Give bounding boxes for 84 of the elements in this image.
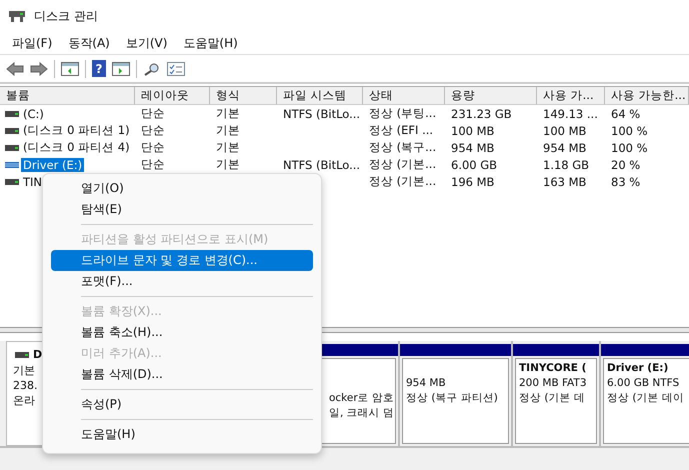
disk-drive-icon — [8, 8, 26, 24]
table-cell: 정상 (기본... — [369, 174, 436, 189]
table-cell: 정상 (부팅... — [369, 106, 436, 121]
table-cell: NTFS (BitLo... — [283, 106, 360, 120]
help-icon[interactable]: ? — [92, 60, 106, 77]
volume-icon — [5, 178, 19, 184]
table-cell: 163 MB — [543, 174, 586, 188]
table-cell: 100 MB — [543, 124, 586, 138]
table-cell: 100 MB — [451, 124, 494, 138]
volume-name[interactable]: Driver (E:) — [21, 158, 84, 172]
menu-item[interactable]: 동작(A) — [60, 32, 118, 54]
volume-icon — [5, 162, 19, 168]
table-cell: 100 % — [611, 124, 648, 138]
table-cell: 954 MB — [451, 140, 494, 154]
column-header[interactable]: 파일 시스템 — [277, 87, 363, 105]
forward-arrow-icon[interactable] — [30, 62, 48, 76]
disk-info: 238. — [13, 378, 38, 393]
menu-item[interactable]: 포맷(F)... — [51, 271, 313, 292]
menu-item[interactable]: 도움말(H) — [175, 32, 246, 54]
partition-info: 정상 (복구 파티션) — [406, 391, 499, 406]
partition-info: 6.00 GB NTFS — [607, 376, 680, 391]
table-cell: 231.23 GB — [451, 106, 512, 120]
volume-name[interactable]: (C:) — [21, 106, 46, 120]
table-cell: 6.00 GB — [451, 158, 498, 172]
partition-title: TINYCORE ( — [519, 361, 588, 376]
volume-name[interactable]: (디스크 0 파티션 1) — [21, 123, 132, 138]
volume-name[interactable]: TIN — [21, 174, 44, 188]
table-cell: 단순 — [141, 106, 165, 121]
column-header[interactable]: 사용 가능한... — [605, 87, 689, 105]
table-cell: 단순 — [141, 157, 165, 172]
magnifier-icon[interactable] — [143, 62, 161, 76]
menu-item[interactable]: 파일(F) — [4, 32, 60, 54]
console-tree-icon[interactable] — [61, 62, 79, 76]
table-cell: 149.13 ... — [543, 106, 598, 120]
table-cell: 정상 (복구... — [369, 140, 436, 155]
partition-info: 정상 (기본 데이 — [607, 391, 685, 406]
partition-info: 정상 (기본 데 — [519, 391, 586, 406]
window-title: 디스크 관리 — [34, 8, 98, 24]
partition-info: 954 MB — [406, 376, 447, 391]
partition-info: 200 MB FAT3 — [519, 376, 588, 391]
table-cell: 83 % — [611, 174, 640, 188]
action-pane-icon[interactable] — [112, 62, 130, 76]
table-cell: 정상 (기본... — [369, 157, 436, 172]
menu-item[interactable]: 볼륨 축소(H)... — [51, 322, 313, 343]
partition-block[interactable]: 954 MB 정상 (복구 파티션) — [402, 358, 509, 444]
table-cell: 100 % — [611, 140, 648, 154]
back-arrow-icon[interactable] — [6, 62, 24, 76]
partition-title: Driver (E:) — [607, 361, 670, 376]
column-header[interactable]: 사용 가... — [537, 87, 605, 105]
volume-icon — [5, 128, 19, 134]
table-cell: 기본 — [216, 140, 240, 155]
table-cell: 20 % — [611, 158, 640, 172]
table-cell: 기본 — [216, 157, 240, 172]
checklist-icon[interactable] — [167, 62, 185, 76]
table-cell: 정상 (EFI ... — [369, 123, 434, 138]
column-header[interactable]: 상태 — [363, 87, 445, 105]
table-cell: 64 % — [611, 106, 640, 120]
partition-info: 일, 크래시 덤 — [328, 406, 394, 421]
menu-item[interactable]: 보기(V) — [118, 32, 176, 54]
menu-item[interactable]: 탐색(E) — [51, 199, 313, 220]
table-cell: 954 MB — [543, 140, 586, 154]
table-cell: NTFS (BitLo... — [283, 158, 360, 172]
partition-info: ocker로 암호 — [328, 391, 394, 406]
volume-name[interactable]: (디스크 0 파티션 4) — [21, 140, 132, 155]
menu-item[interactable]: 볼륨 삭제(D)... — [51, 364, 313, 385]
volume-icon — [5, 110, 19, 116]
column-header[interactable]: 형식 — [210, 87, 277, 105]
disk-name: D — [33, 348, 42, 361]
partition-block[interactable]: Driver (E:) 6.00 GB NTFS 정상 (기본 데이 — [603, 358, 689, 444]
menu-item[interactable]: 속성(P) — [51, 394, 313, 415]
volume-icon — [5, 144, 19, 150]
partition-block[interactable]: TINYCORE ( 200 MB FAT3 정상 (기본 데 — [515, 358, 597, 444]
table-cell: 단순 — [141, 123, 165, 138]
menu-item[interactable]: 열기(O) — [51, 178, 313, 199]
table-cell: 196 MB — [451, 174, 494, 188]
menu-item[interactable]: 드라이브 문자 및 경로 변경(C)... — [51, 250, 313, 271]
menu-item[interactable]: 도움말(H) — [51, 424, 313, 445]
table-cell: 1.18 GB — [543, 158, 590, 172]
column-header[interactable]: 용량 — [445, 87, 537, 105]
table-cell: 기본 — [216, 123, 240, 138]
column-header[interactable]: 볼륨 — [0, 87, 135, 105]
table-cell: 단순 — [141, 140, 165, 155]
column-header[interactable]: 레이아웃 — [135, 87, 210, 105]
table-cell: 기본 — [216, 106, 240, 121]
